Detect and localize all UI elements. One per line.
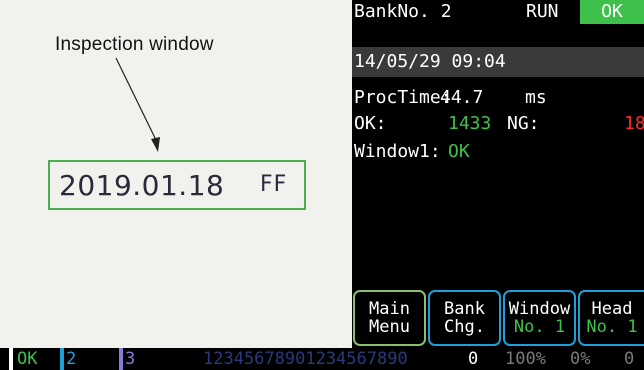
proc-time-value: 44.7: [440, 87, 484, 108]
main-menu-button[interactable]: Main Menu: [353, 290, 426, 346]
window-select-label-top: Window: [508, 299, 571, 319]
window-select-label-bottom: No. 1: [513, 317, 566, 337]
window1-result-label: Window1:: [354, 141, 441, 162]
ok-count-value: 1433: [448, 113, 492, 134]
bank2-marker: [60, 348, 64, 370]
head-select-label-bottom: No. 1: [586, 317, 638, 337]
status-percent-2: 0%: [570, 349, 591, 369]
bank1-marker: [9, 348, 13, 370]
status-percent-1: 100%: [505, 349, 546, 369]
status-bank-2: 2: [66, 349, 77, 369]
printed-code-text: FF: [260, 172, 288, 197]
window1-result-value: OK: [448, 141, 470, 162]
ng-count-label: NG:: [507, 113, 540, 134]
bank-change-button[interactable]: Bank Chg.: [428, 290, 501, 346]
proc-time-unit: ms: [525, 87, 547, 108]
status-zero: 0: [468, 349, 479, 369]
status-end-value: 0: [624, 349, 635, 369]
ok-count-label: OK:: [354, 113, 387, 134]
inspection-window-frame[interactable]: 2019.01.18 FF: [48, 160, 306, 210]
ng-count-value: 18: [624, 113, 644, 134]
main-menu-label-top: Main: [369, 299, 410, 319]
printed-date-text: 2019.01.18: [59, 169, 225, 202]
head-select-button[interactable]: Head No. 1: [578, 290, 644, 346]
status-ok: OK: [17, 349, 38, 369]
bank-change-label-top: Bank: [444, 299, 485, 319]
status-strip: OK 2 3 12345678901234567890 0 100% 0% 0: [0, 348, 644, 370]
proc-time-label: ProcTime:: [354, 87, 452, 108]
bank-number: BankNo. 2: [354, 1, 452, 22]
camera-image: Inspection window 2019.01.18 FF: [0, 0, 352, 348]
overall-ok-badge: OK: [580, 0, 644, 24]
run-mode-indicator: RUN: [526, 1, 559, 22]
status-digit-row: 12345678901234567890: [203, 349, 408, 369]
window-select-button[interactable]: Window No. 1: [503, 290, 576, 346]
head-select-label-top: Head: [591, 299, 633, 319]
main-menu-label-bottom: Menu: [369, 317, 410, 337]
status-panel: BankNo. 2 RUN OK 14/05/29 09:04 ProcTime…: [352, 0, 644, 348]
datetime: 14/05/29 09:04: [354, 51, 506, 72]
bank-change-label-bottom: Chg.: [444, 317, 485, 337]
status-bank-3: 3: [125, 349, 136, 369]
bank3-marker: [119, 348, 123, 370]
